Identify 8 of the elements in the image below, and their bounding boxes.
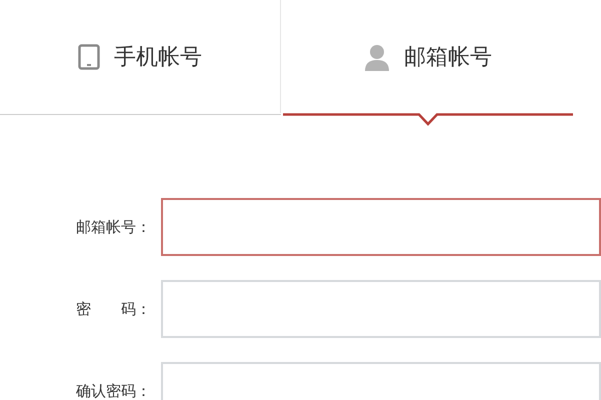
- field-label: 邮箱帐号：: [75, 218, 152, 236]
- tab[interactable]: 邮箱帐号: [283, 0, 573, 126]
- tab[interactable]: 手机帐号: [0, 0, 281, 116]
- field-label: 密 码：: [75, 300, 152, 318]
- field-label: 确认密码：: [75, 382, 152, 400]
- input-field[interactable]: [161, 198, 601, 256]
- person-icon: [364, 42, 390, 70]
- tablet-icon: [78, 44, 100, 70]
